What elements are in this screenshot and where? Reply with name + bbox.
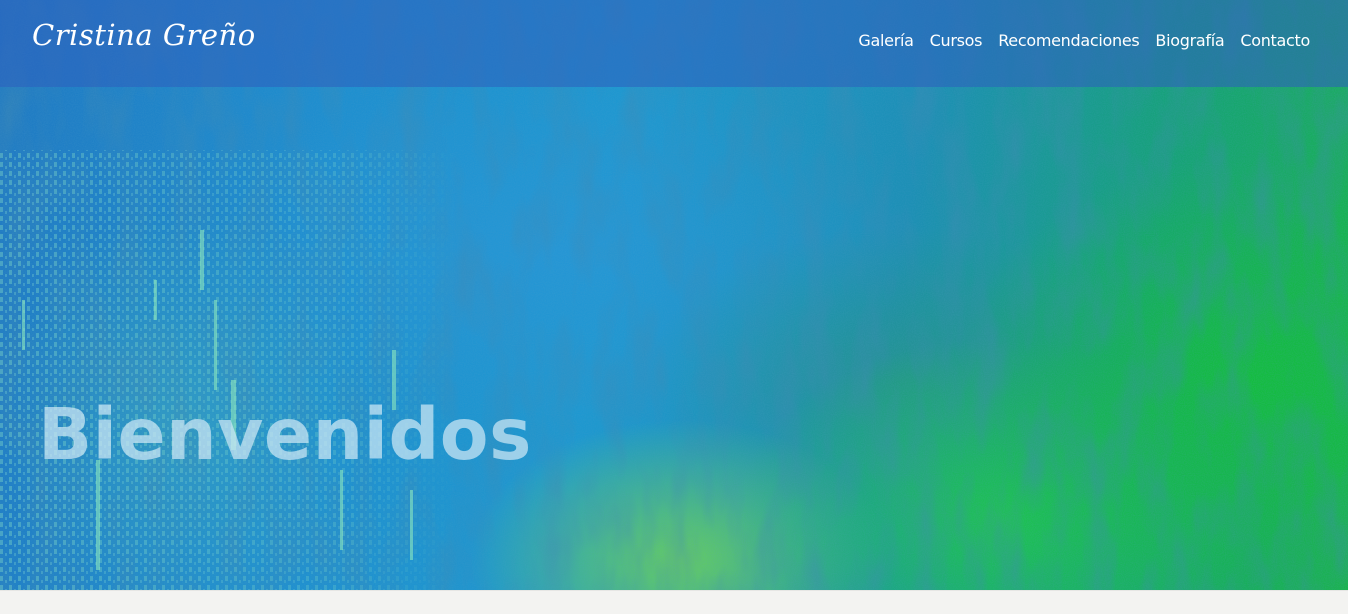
nav-item-galeria: Galería bbox=[858, 31, 914, 51]
nav-link-recomendaciones[interactable]: Recomendaciones bbox=[998, 31, 1140, 50]
top-navbar: Cristina Greño Galería Cursos Recomendac… bbox=[0, 0, 1348, 87]
nav-link-cursos[interactable]: Cursos bbox=[930, 31, 983, 50]
nav-item-contacto: Contacto bbox=[1240, 31, 1310, 51]
nav-link-galeria[interactable]: Galería bbox=[858, 31, 914, 50]
page-content-start bbox=[0, 590, 1348, 614]
nav-link-biografia[interactable]: Biografía bbox=[1155, 31, 1224, 50]
painting-texture bbox=[0, 0, 1348, 590]
nav-item-recomendaciones: Recomendaciones bbox=[998, 31, 1140, 51]
nav-link-contacto[interactable]: Contacto bbox=[1240, 31, 1310, 50]
page: Bienvenidos Cristina Greño Galería Curso… bbox=[0, 0, 1348, 614]
nav-item-biografia: Biografía bbox=[1155, 31, 1224, 51]
hero-heading: Bienvenidos bbox=[38, 393, 532, 476]
site-logo[interactable]: Cristina Greño bbox=[32, 18, 256, 52]
main-nav: Galería Cursos Recomendaciones Biografía… bbox=[858, 31, 1310, 51]
hero-banner: Bienvenidos bbox=[0, 0, 1348, 590]
nav-item-cursos: Cursos bbox=[930, 31, 983, 51]
